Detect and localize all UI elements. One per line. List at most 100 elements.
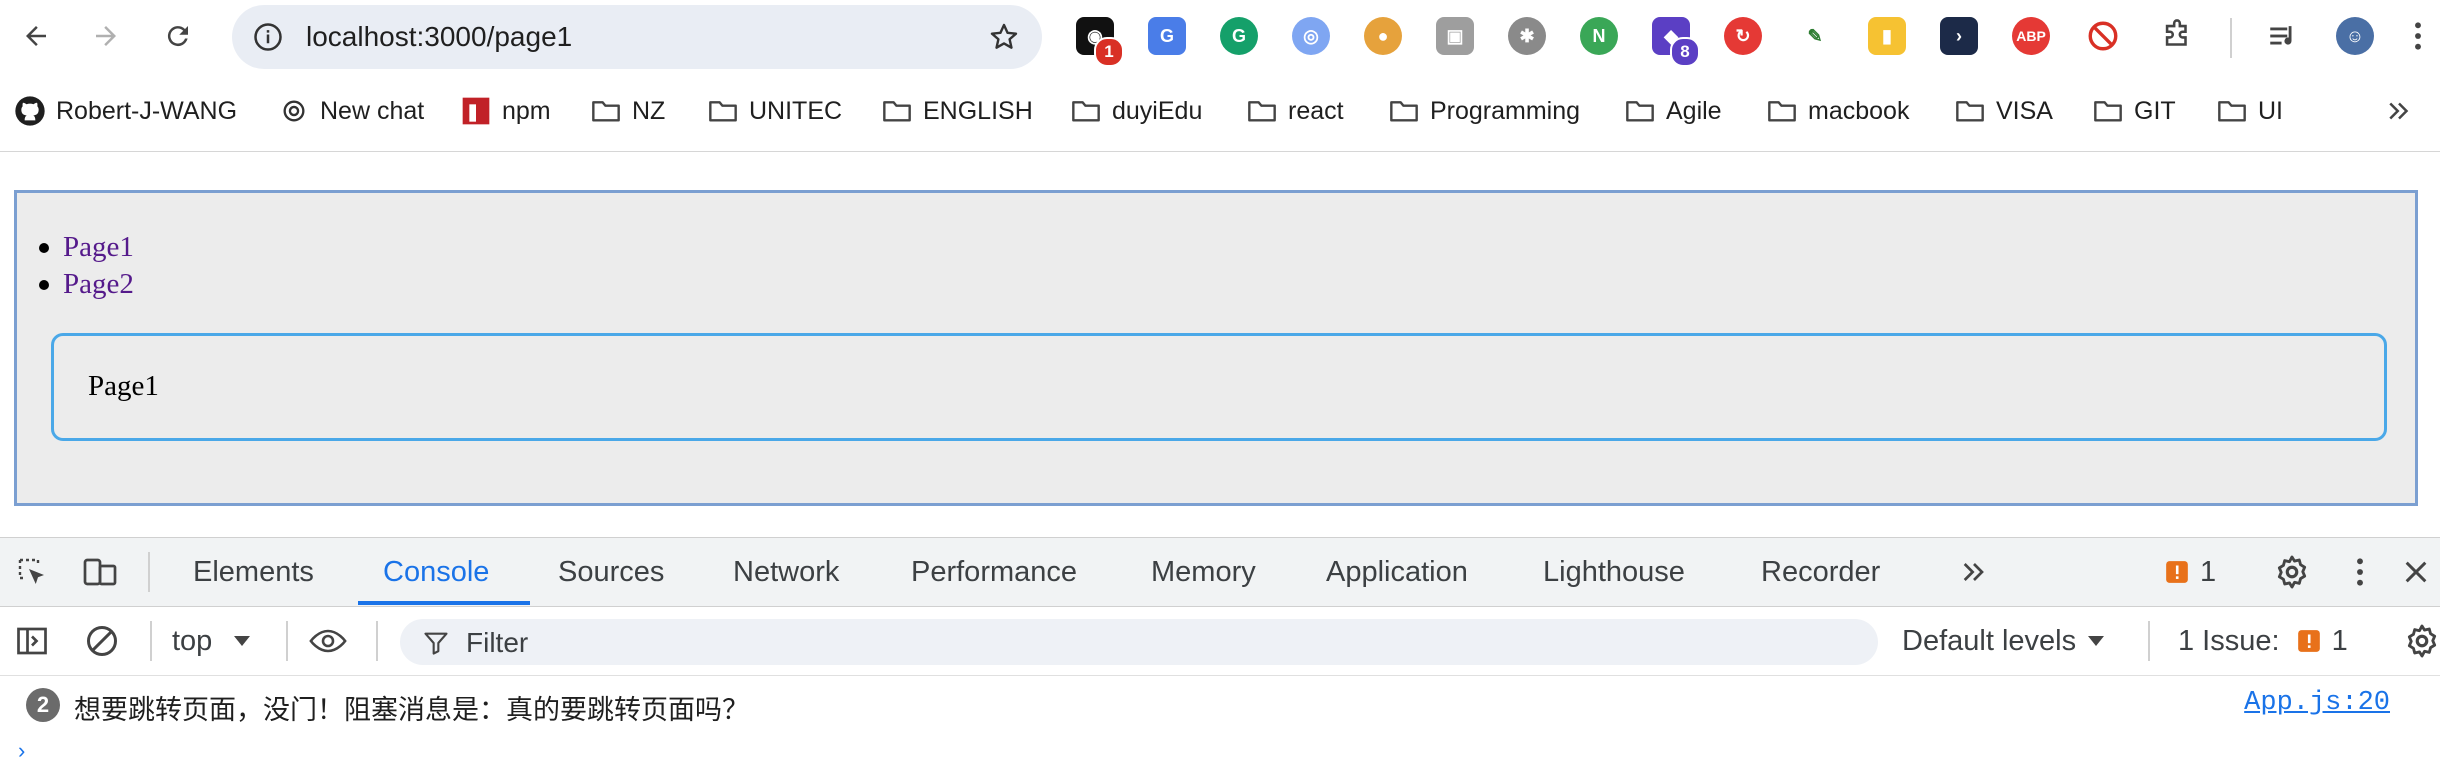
nodejs-extension-icon[interactable]: N <box>1580 17 1618 55</box>
bookmarks-bar: Robert-J-WANG New chat npm NZ UNITEC ENG… <box>0 88 2440 134</box>
npm-icon <box>460 95 492 127</box>
bookmark-label: UNITEC <box>749 96 843 125</box>
bookmark-folder-nz[interactable]: NZ <box>590 88 665 134</box>
chevron-down-icon <box>234 636 251 646</box>
tab-performance[interactable]: Performance <box>911 538 1077 606</box>
bookmark-label: NZ <box>632 96 666 125</box>
grammarly-icon[interactable]: G <box>1220 17 1258 55</box>
bookmark-folder-git[interactable]: GIT <box>2092 88 2176 134</box>
bookmark-folder-programming[interactable]: Programming <box>1388 88 1580 134</box>
issues-badge-count: 1 <box>2200 555 2217 588</box>
folder-icon <box>1954 95 1986 127</box>
bookmark-star-icon[interactable] <box>986 19 1022 55</box>
reload-button[interactable] <box>156 14 200 58</box>
source-link[interactable]: App.js:20 <box>2244 688 2390 718</box>
tab-elements[interactable]: Elements <box>193 538 314 606</box>
close-icon[interactable] <box>2396 552 2436 592</box>
folder-icon <box>1246 95 1278 127</box>
bookmark-folder-ui[interactable]: UI <box>2216 88 2283 134</box>
console-toolbar: top Filter Default levels 1 Issue: 1 <box>0 607 2440 676</box>
console-settings-gear-icon[interactable] <box>2402 621 2440 661</box>
bookmark-folder-visa[interactable]: VISA <box>1954 88 2053 134</box>
extension-2-icon[interactable]: ◆ 8 <box>1652 17 1700 67</box>
tab-lighthouse[interactable]: Lighthouse <box>1543 538 1685 606</box>
browser-chrome: localhost:3000/page1 ◉ 1 G G ◎ ● ▣ ✱ N ◆ 8… <box>0 0 2440 152</box>
tab-application[interactable]: Application <box>1326 538 1468 606</box>
extension-1-icon[interactable]: ◉ 1 <box>1076 17 1124 67</box>
bookmark-label: UI <box>2258 96 2283 125</box>
bookmark-robert-j-wang[interactable]: Robert-J-WANG <box>14 88 237 134</box>
bookmark-new-chat[interactable]: New chat <box>278 88 424 134</box>
bookmark-folder-agile[interactable]: Agile <box>1624 88 1722 134</box>
bookmark-label: duyiEdu <box>1112 96 1203 125</box>
console-message: 2 想要跳转页面，没门！阻塞消息是：真的要跳转页面吗？ App.js:20 <box>0 676 2440 734</box>
browser-menu-icon[interactable] <box>2396 14 2440 58</box>
browser-toolbar: localhost:3000/page1 ◉ 1 G G ◎ ● ▣ ✱ N ◆ 8… <box>0 0 2440 76</box>
nav-link-page1[interactable]: Page1 <box>63 231 134 264</box>
bookmark-folder-english[interactable]: ENGLISH <box>881 88 1033 134</box>
log-levels-label: Default levels <box>1902 624 2077 657</box>
google-translate-icon[interactable]: G <box>1148 17 1186 55</box>
log-levels-dropdown[interactable]: Default levels <box>1902 607 2106 675</box>
note-icon[interactable]: ▮ <box>1868 17 1906 55</box>
bookmarks-overflow-button[interactable] <box>2384 88 2414 134</box>
devtool-extension-icon[interactable]: › <box>1940 17 1978 55</box>
address-bar[interactable]: localhost:3000/page1 <box>232 5 1042 69</box>
tab-console[interactable]: Console <box>383 538 489 606</box>
filter-icon <box>424 632 448 655</box>
clear-console-icon[interactable] <box>82 621 122 661</box>
tab-sources[interactable]: Sources <box>558 538 664 606</box>
block-extension-icon[interactable] <box>2084 17 2122 55</box>
toolbar-separator <box>150 621 152 661</box>
console-prompt-chevron-icon[interactable]: › <box>18 738 25 764</box>
adblock-plus-icon[interactable]: ABP <box>2012 17 2050 55</box>
nav-list: Page1 Page2 <box>39 229 134 303</box>
folder-icon <box>2216 95 2248 127</box>
issues-link[interactable]: 1 Issue: 1 <box>2178 607 2348 675</box>
console-filter-input[interactable]: Filter <box>400 619 1878 665</box>
folder-icon <box>1070 95 1102 127</box>
bookmark-label: ENGLISH <box>923 96 1033 125</box>
reload-icon <box>167 26 188 47</box>
context-selector[interactable]: top <box>172 607 252 675</box>
sync-extension-icon[interactable]: ↻ <box>1724 17 1762 55</box>
inspect-element-icon[interactable] <box>12 552 52 592</box>
nav-item-page2: Page2 <box>39 266 134 303</box>
bookmark-folder-duyiedu[interactable]: duyiEdu <box>1070 88 1202 134</box>
chevron-double-right-icon <box>2389 102 2409 120</box>
devtools-menu-icon[interactable] <box>2340 552 2380 592</box>
issues-label: 1 Issue: <box>2178 624 2280 657</box>
forward-button[interactable] <box>84 14 128 58</box>
bookmark-folder-react[interactable]: react <box>1246 88 1344 134</box>
nav-link-page2[interactable]: Page2 <box>63 268 134 301</box>
settings-gear-icon[interactable] <box>2272 552 2312 592</box>
reading-list-icon[interactable] <box>2264 17 2302 55</box>
tab-network[interactable]: Network <box>733 538 839 606</box>
feather-icon[interactable]: ✎ <box>1796 17 1834 55</box>
folder-icon <box>881 95 913 127</box>
toolbar-separator <box>2230 18 2232 58</box>
live-expression-eye-icon[interactable] <box>308 621 348 661</box>
folder-icon <box>590 95 622 127</box>
camera-icon[interactable]: ▣ <box>1436 17 1474 55</box>
page-viewport: Page1 Page2 Page1 <box>0 152 2440 537</box>
bookmark-label: Agile <box>1666 96 1722 125</box>
bookmark-npm[interactable]: npm <box>460 88 551 134</box>
tab-memory[interactable]: Memory <box>1151 538 1256 606</box>
bookmark-folder-macbook[interactable]: macbook <box>1766 88 1909 134</box>
sidebar-toggle-icon[interactable] <box>12 621 52 661</box>
issues-badge[interactable]: 1 <box>2164 538 2216 606</box>
device-toolbar-icon[interactable] <box>80 552 120 592</box>
search-extension-icon[interactable]: ◎ <box>1292 17 1330 55</box>
back-button[interactable] <box>14 14 58 58</box>
bug-icon[interactable]: ✱ <box>1508 17 1546 55</box>
tab-recorder[interactable]: Recorder <box>1761 538 1880 606</box>
site-info-icon[interactable] <box>250 19 286 55</box>
profile-avatar[interactable]: ☺ <box>2336 17 2374 55</box>
github-icon <box>14 95 46 127</box>
bookmark-folder-unitec[interactable]: UNITEC <box>707 88 842 134</box>
cookie-icon[interactable]: ● <box>1364 17 1402 55</box>
extensions-puzzle-icon[interactable] <box>2158 17 2196 55</box>
url-text[interactable]: localhost:3000/page1 <box>306 21 572 53</box>
more-tabs-icon[interactable] <box>1954 552 1994 592</box>
